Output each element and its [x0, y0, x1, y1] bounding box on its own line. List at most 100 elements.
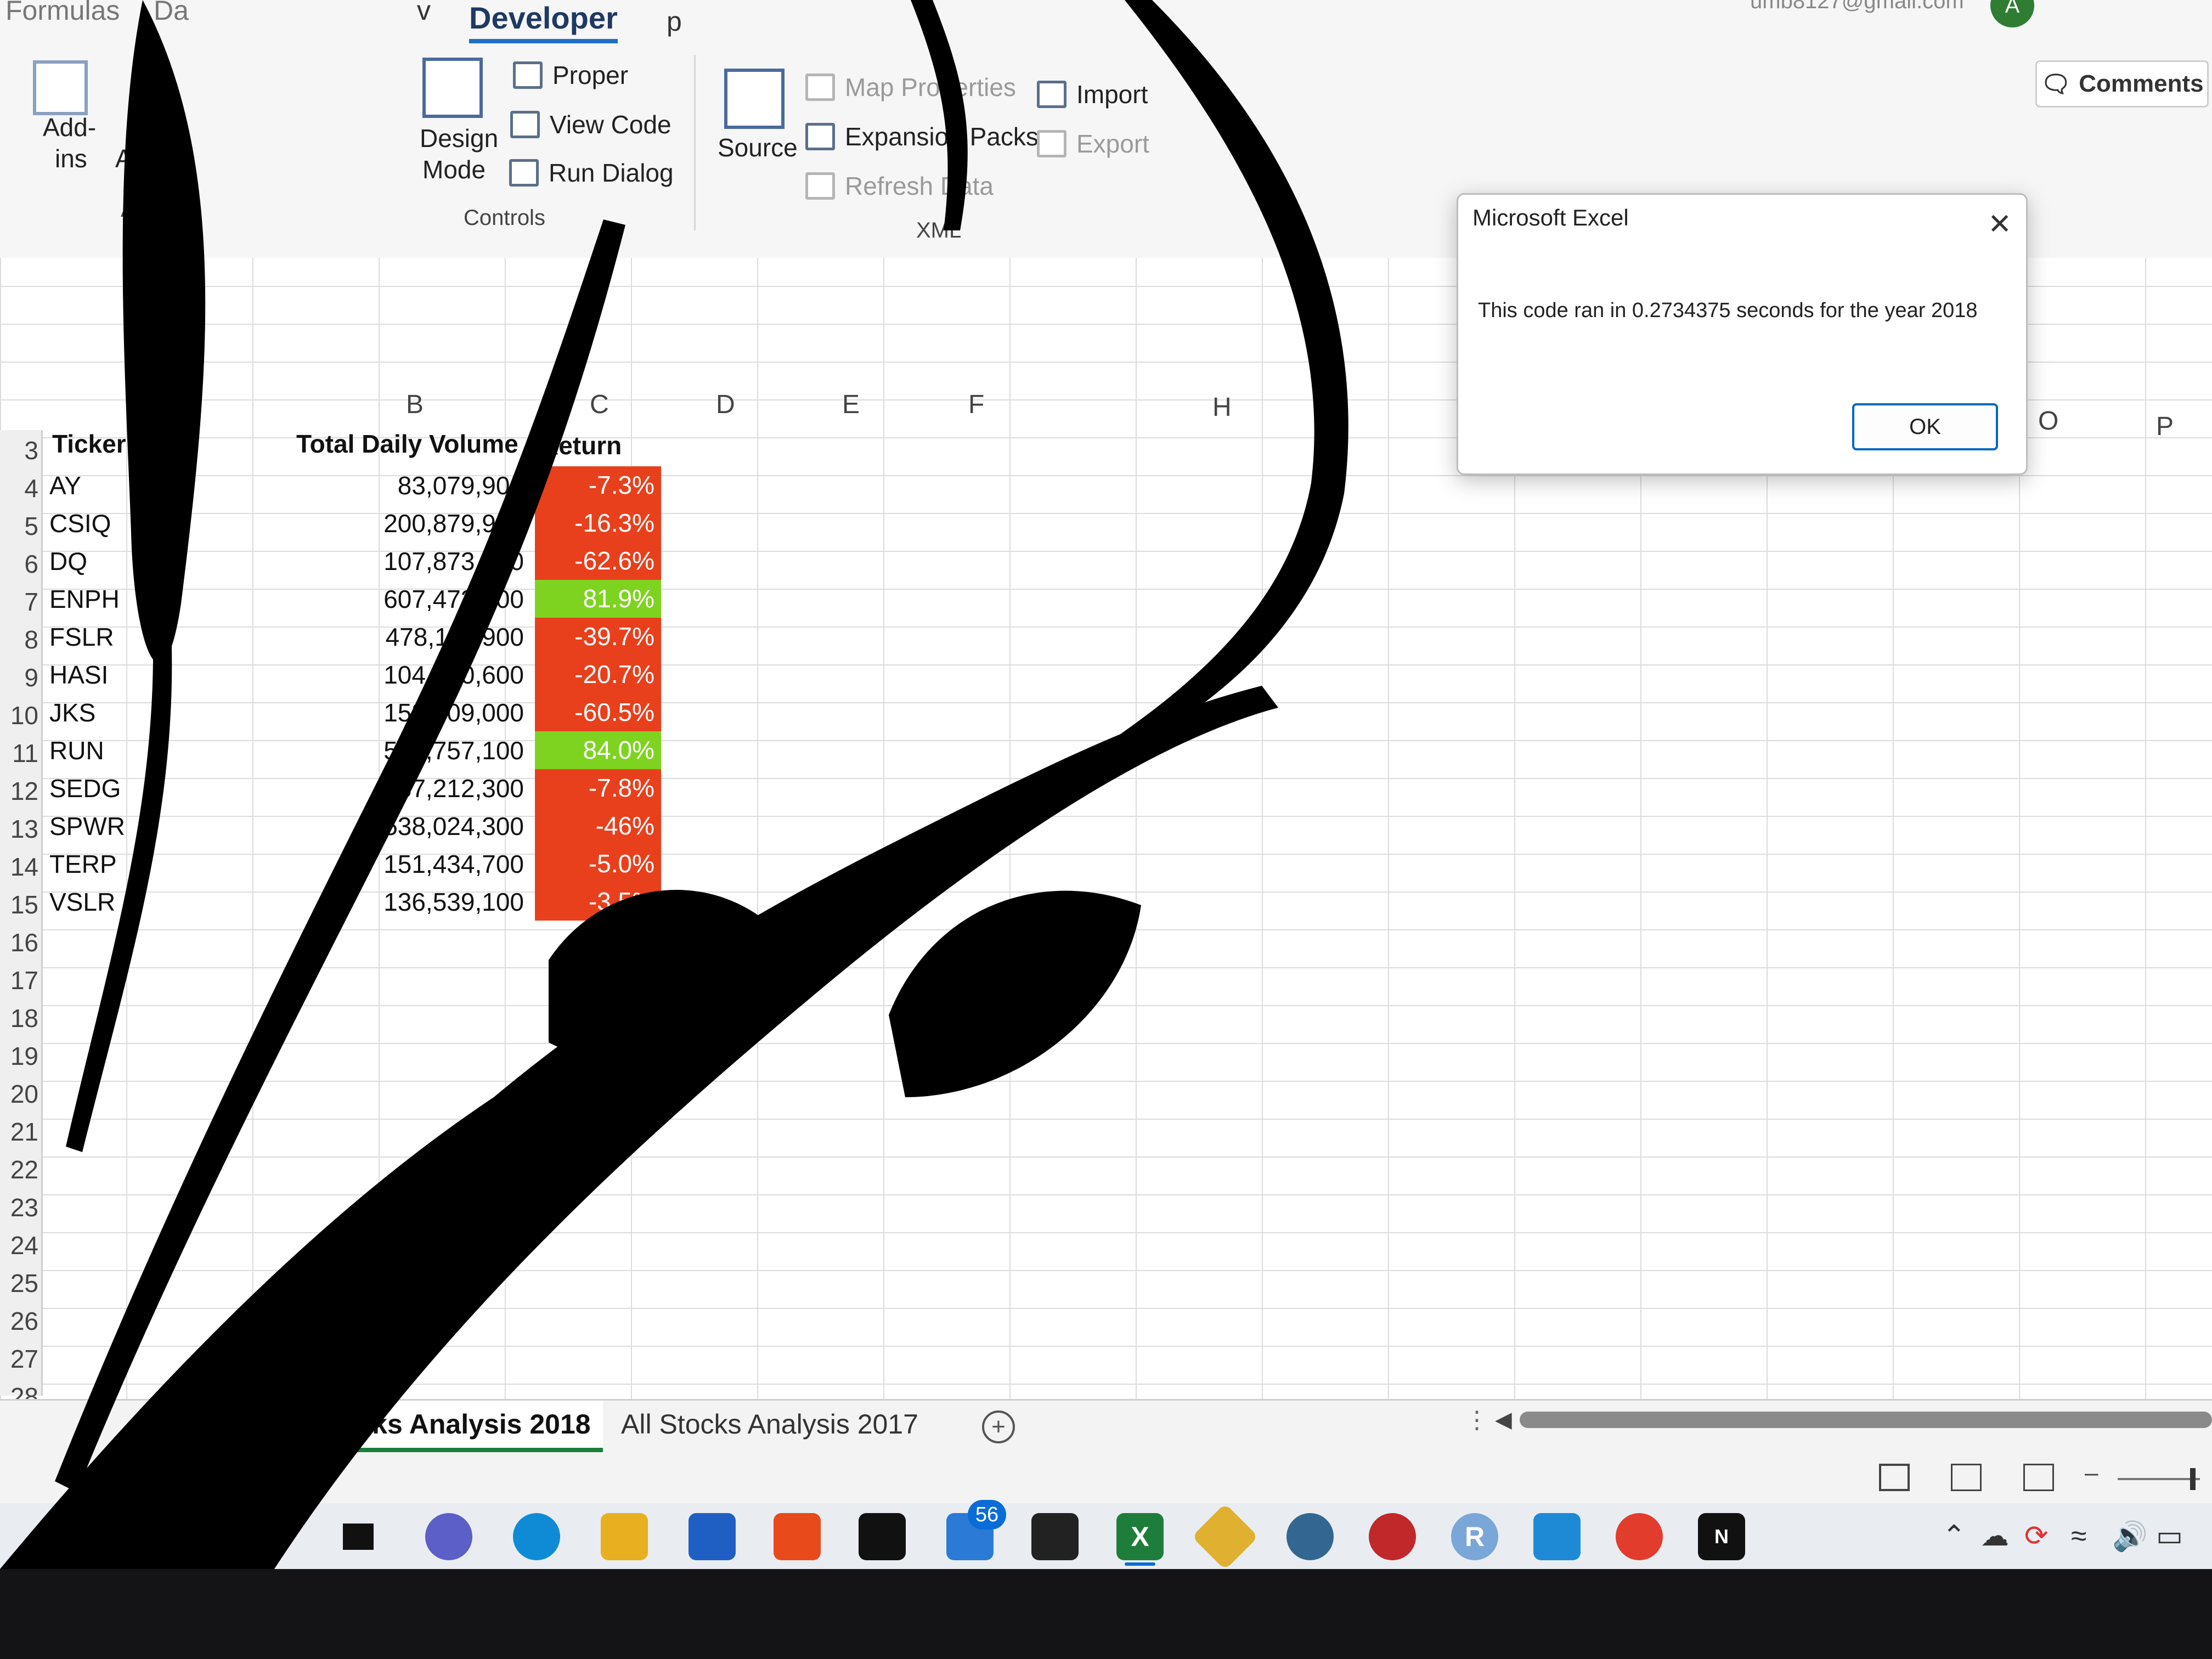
volume-cell[interactable]: 158,309,000 [337, 698, 524, 727]
battery-icon[interactable]: ▭ [2156, 1520, 2183, 1553]
design-mode-label-1[interactable]: Design [420, 123, 498, 153]
postgres-icon[interactable] [1286, 1513, 1334, 1560]
teams-chat-icon[interactable] [425, 1513, 472, 1560]
row-header[interactable]: 10 [0, 701, 38, 730]
search-icon[interactable]: ⚲ [252, 1513, 300, 1560]
volume-cell[interactable]: 83,079,900 [337, 471, 524, 500]
close-icon[interactable]: ✕ [1988, 208, 2012, 241]
file-explorer-icon[interactable] [601, 1513, 648, 1560]
ticker-cell[interactable]: VSLR [49, 887, 115, 917]
view-code-button[interactable]: View Code [510, 110, 672, 139]
zoom-slider-thumb[interactable] [2190, 1468, 2196, 1490]
onedrive-icon[interactable]: ☁ [1980, 1520, 2009, 1553]
row-header[interactable]: 24 [0, 1231, 38, 1260]
row-header[interactable]: 25 [0, 1268, 38, 1298]
row-header[interactable]: 5 [0, 511, 38, 541]
chrome-icon[interactable] [1616, 1513, 1663, 1560]
header-total-volume[interactable]: Total Daily Volume [296, 429, 518, 459]
ticker-cell[interactable]: AY [49, 471, 81, 500]
return-cell[interactable]: -46% [535, 807, 661, 845]
account-email[interactable]: umb8127@gmail.com [1750, 0, 1964, 14]
row-header[interactable]: 7 [0, 587, 38, 617]
row-header[interactable]: 20 [0, 1079, 38, 1109]
zoom-out-icon[interactable]: – [2085, 1459, 2098, 1487]
row-header[interactable]: 4 [0, 473, 38, 503]
ticker-cell[interactable]: SEDG [49, 774, 121, 803]
notion-icon[interactable]: N [1698, 1513, 1745, 1560]
row-header[interactable]: 17 [0, 966, 38, 995]
excel-addins-label-2[interactable]: Add [115, 144, 160, 173]
return-cell[interactable]: 84.0% [535, 731, 661, 769]
run-dialog-button[interactable]: Run Dialog [509, 158, 674, 188]
return-cell[interactable]: 81.9% [535, 580, 661, 618]
add-sheet-button[interactable]: + [982, 1410, 1015, 1443]
row-header[interactable]: 3 [0, 436, 38, 465]
return-cell[interactable]: -3.5% [535, 883, 661, 921]
row-header[interactable]: 12 [0, 776, 38, 806]
avatar[interactable]: A [1990, 0, 2034, 27]
expansion-packs-button[interactable]: Expansion Packs [805, 122, 1039, 151]
column-header-h[interactable]: H [1212, 392, 1232, 422]
column-header-d[interactable]: D [716, 390, 735, 420]
return-cell[interactable]: -62.6% [535, 542, 661, 580]
office-icon[interactable] [774, 1513, 821, 1560]
row-header[interactable]: 8 [0, 625, 38, 654]
git-kraken-icon[interactable] [1192, 1503, 1259, 1569]
ticker-cell[interactable]: SPWR [49, 811, 125, 841]
volume-cell[interactable]: 502,757,100 [337, 736, 524, 765]
properties-button[interactable]: Proper [513, 60, 628, 90]
ticker-cell[interactable]: DQ [49, 546, 87, 576]
zoom-slider[interactable] [2118, 1478, 2200, 1480]
return-cell[interactable]: -5.0% [535, 845, 661, 883]
tab-formulas[interactable]: Formulas [5, 0, 120, 26]
ticker-cell[interactable]: CSIQ [49, 509, 111, 538]
row-header[interactable]: 9 [0, 663, 38, 692]
r-language-icon[interactable]: R [1451, 1513, 1498, 1560]
row-header[interactable]: 14 [0, 852, 38, 882]
start-menu-icon[interactable] [176, 1513, 223, 1560]
sheet-tab-2017[interactable]: All Stocks Analysis 2017 [609, 1401, 930, 1448]
scroll-left-icon[interactable]: ◀ [1495, 1407, 1512, 1432]
export-button[interactable]: Export [1037, 129, 1149, 159]
normal-view-icon[interactable] [1879, 1464, 1910, 1491]
page-layout-icon[interactable] [1951, 1464, 1982, 1491]
row-header[interactable]: 6 [0, 549, 38, 579]
column-header-p[interactable]: P [2156, 411, 2174, 442]
source-button[interactable]: Source [718, 133, 798, 162]
ok-button[interactable]: OK [1852, 403, 1998, 450]
column-header-e[interactable]: E [842, 390, 860, 420]
page-break-preview-icon[interactable] [2023, 1464, 2054, 1491]
volume-icon[interactable]: 🔊 [2112, 1520, 2148, 1553]
row-header[interactable]: 15 [0, 890, 38, 919]
wifi-icon[interactable]: ≈ [2071, 1520, 2087, 1553]
import-button[interactable]: Import [1037, 80, 1148, 109]
addins-button-label-2[interactable]: ins [55, 144, 87, 173]
volume-cell[interactable]: 200,879,900 [337, 509, 524, 538]
row-header[interactable]: 27 [0, 1344, 38, 1374]
volume-cell[interactable]: 538,024,300 [337, 811, 524, 841]
addins-button-label-1[interactable]: Add- [43, 112, 96, 142]
row-header[interactable]: 21 [0, 1117, 38, 1147]
microsoft-store-icon[interactable] [689, 1513, 736, 1560]
excel-icon[interactable]: X [1116, 1513, 1164, 1560]
volume-cell[interactable]: 237,212,300 [337, 774, 524, 803]
terminal-icon[interactable] [859, 1513, 906, 1560]
vscode-icon[interactable] [1533, 1513, 1581, 1560]
design-mode-label-2[interactable]: Mode [422, 155, 486, 184]
excel-addins-label-1[interactable]: Ex [129, 112, 159, 142]
column-header-f[interactable]: F [968, 390, 984, 420]
tray-chevron-icon[interactable]: ⌃ [1942, 1520, 1966, 1553]
row-header[interactable]: 19 [0, 1041, 38, 1071]
ticker-cell[interactable]: ENPH [49, 584, 120, 614]
return-cell[interactable]: -7.8% [535, 769, 661, 807]
comments-button[interactable]: 🗨 Comments [2035, 60, 2209, 108]
volume-cell[interactable]: 104,340,600 [337, 660, 524, 690]
return-cell[interactable]: -60.5% [535, 693, 661, 731]
return-cell[interactable]: -16.3% [535, 504, 661, 542]
row-header[interactable]: 16 [0, 928, 38, 957]
sheet-tab-2018[interactable]: All Stocks Analysis 2018 [258, 1401, 603, 1452]
edge-browser-icon[interactable] [513, 1513, 560, 1560]
app-red-icon[interactable] [1369, 1513, 1416, 1560]
volume-cell[interactable]: 607,473,500 [337, 584, 524, 614]
ticker-cell[interactable]: JKS [49, 698, 95, 727]
